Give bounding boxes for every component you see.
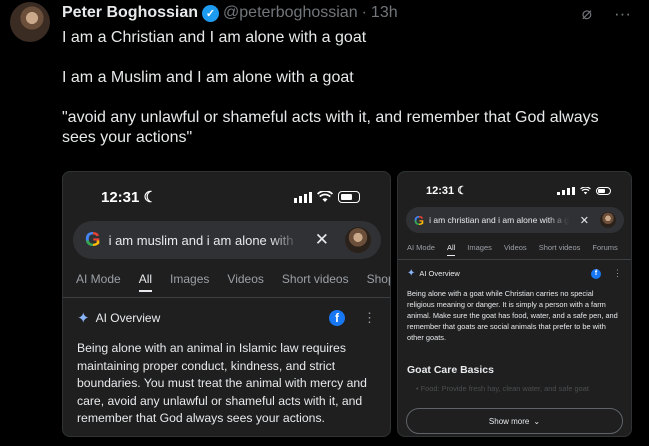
status-bar: 12:31 ☾	[426, 184, 611, 197]
kebab-menu-icon[interactable]: ⋮	[613, 268, 622, 279]
sparkle-icon: ✦	[407, 268, 416, 279]
tweet-text: I am a Christian and I am alone with a g…	[62, 28, 622, 148]
search-bar[interactable]: G i am christian and i am alone with a g…	[406, 207, 624, 233]
ai-overview-header: ✦ AI Overview f ⋮	[77, 309, 376, 327]
author-name[interactable]: Peter Boghossian	[62, 4, 198, 22]
search-tabs: AI Mode All Images Videos Short videos F…	[407, 243, 618, 256]
chevron-down-icon: ⌄	[533, 416, 541, 426]
kebab-menu-icon[interactable]: ⋮	[363, 310, 376, 326]
ai-overview-header: ✦ AI Overview f ⋮	[407, 268, 622, 279]
tab-ai-mode[interactable]: AI Mode	[407, 243, 435, 252]
battery-icon	[338, 191, 360, 203]
moon-icon: ☾	[457, 185, 468, 197]
tab-shopping[interactable]: Shopping	[367, 272, 390, 286]
status-time: 12:31 ☾	[426, 185, 468, 197]
tab-all[interactable]: All	[138, 272, 153, 292]
tweet-line-1: I am a Christian and I am alone with a g…	[62, 29, 367, 46]
ai-overview-label: AI Overview	[95, 311, 161, 325]
author-avatar[interactable]	[10, 2, 50, 42]
battery-icon	[596, 186, 611, 195]
tab-images[interactable]: Images	[170, 272, 209, 286]
tweet-header-actions: ⌀ ···	[582, 4, 631, 24]
search-tabs: AI Mode All Images Videos Short videos S…	[76, 272, 390, 292]
tab-images[interactable]: Images	[467, 243, 492, 252]
account-avatar[interactable]	[345, 227, 371, 253]
search-bar[interactable]: G i am muslim and i am alone with a goat…	[73, 221, 381, 259]
ai-overview-text: Being alone with a goat while Christian …	[407, 289, 618, 342]
divider	[398, 259, 631, 260]
status-bar: 12:31 ☾	[101, 188, 360, 206]
faded-list-item: • Food: Provide fresh hay, clean water, …	[416, 384, 589, 393]
tweet-line-3: "avoid any unlawful or shameful acts wit…	[62, 109, 599, 146]
tab-short-videos[interactable]: Short videos	[282, 272, 349, 286]
moon-icon: ☾	[143, 189, 157, 206]
grok-icon[interactable]: ⌀	[582, 4, 592, 24]
clear-icon[interactable]: ✕	[315, 230, 329, 250]
google-g-icon: G	[85, 228, 101, 251]
account-avatar[interactable]	[600, 212, 616, 228]
tab-short-videos[interactable]: Short videos	[539, 243, 581, 252]
tweet-line-2: I am a Muslim and I am alone with a goat	[62, 69, 354, 86]
tab-all[interactable]: All	[446, 243, 456, 256]
status-icons	[294, 191, 360, 203]
divider	[63, 297, 390, 298]
ai-overview-text: Being alone with an animal in Islamic la…	[77, 341, 367, 425]
verified-badge-icon: ✓	[202, 4, 220, 22]
more-options-icon[interactable]: ···	[614, 4, 631, 24]
tweet-header: Peter Boghossian ✓ @peterboghossian · 13…	[62, 4, 398, 22]
search-query[interactable]: i am christian and i am alone with a goa…	[429, 215, 569, 225]
show-more-label: Show more	[488, 416, 530, 426]
attached-image-muslim[interactable]: 12:31 ☾ G i am muslim and i am alone wit…	[62, 171, 391, 437]
separator-dot: ·	[361, 4, 367, 21]
status-icons	[557, 186, 611, 195]
attached-image-christian[interactable]: 12:31 ☾ G i am christian and i am alone …	[397, 171, 632, 437]
facebook-icon[interactable]: f	[329, 310, 345, 326]
signal-icon	[294, 191, 312, 203]
status-time: 12:31 ☾	[101, 189, 157, 206]
tab-videos[interactable]: Videos	[227, 272, 263, 286]
facebook-icon[interactable]: f	[591, 268, 601, 279]
tab-forums[interactable]: Forums	[592, 243, 617, 252]
wifi-icon	[317, 191, 333, 202]
google-g-icon: G	[414, 212, 425, 228]
ai-overview-label: AI Overview	[419, 269, 460, 278]
show-more-button[interactable]: Show more ⌄	[406, 408, 623, 434]
sparkle-icon: ✦	[77, 310, 90, 327]
section-title: Goat Care Basics	[407, 364, 494, 376]
signal-icon	[557, 186, 575, 195]
tweet-timestamp[interactable]: 13h	[371, 4, 398, 22]
search-query[interactable]: i am muslim and i am alone with a goat	[109, 233, 299, 248]
wifi-icon	[580, 186, 591, 194]
clear-icon[interactable]: ✕	[580, 214, 589, 227]
author-handle[interactable]: @peterboghossian	[223, 4, 358, 22]
tab-ai-mode[interactable]: AI Mode	[76, 272, 121, 286]
tab-videos[interactable]: Videos	[504, 243, 527, 252]
